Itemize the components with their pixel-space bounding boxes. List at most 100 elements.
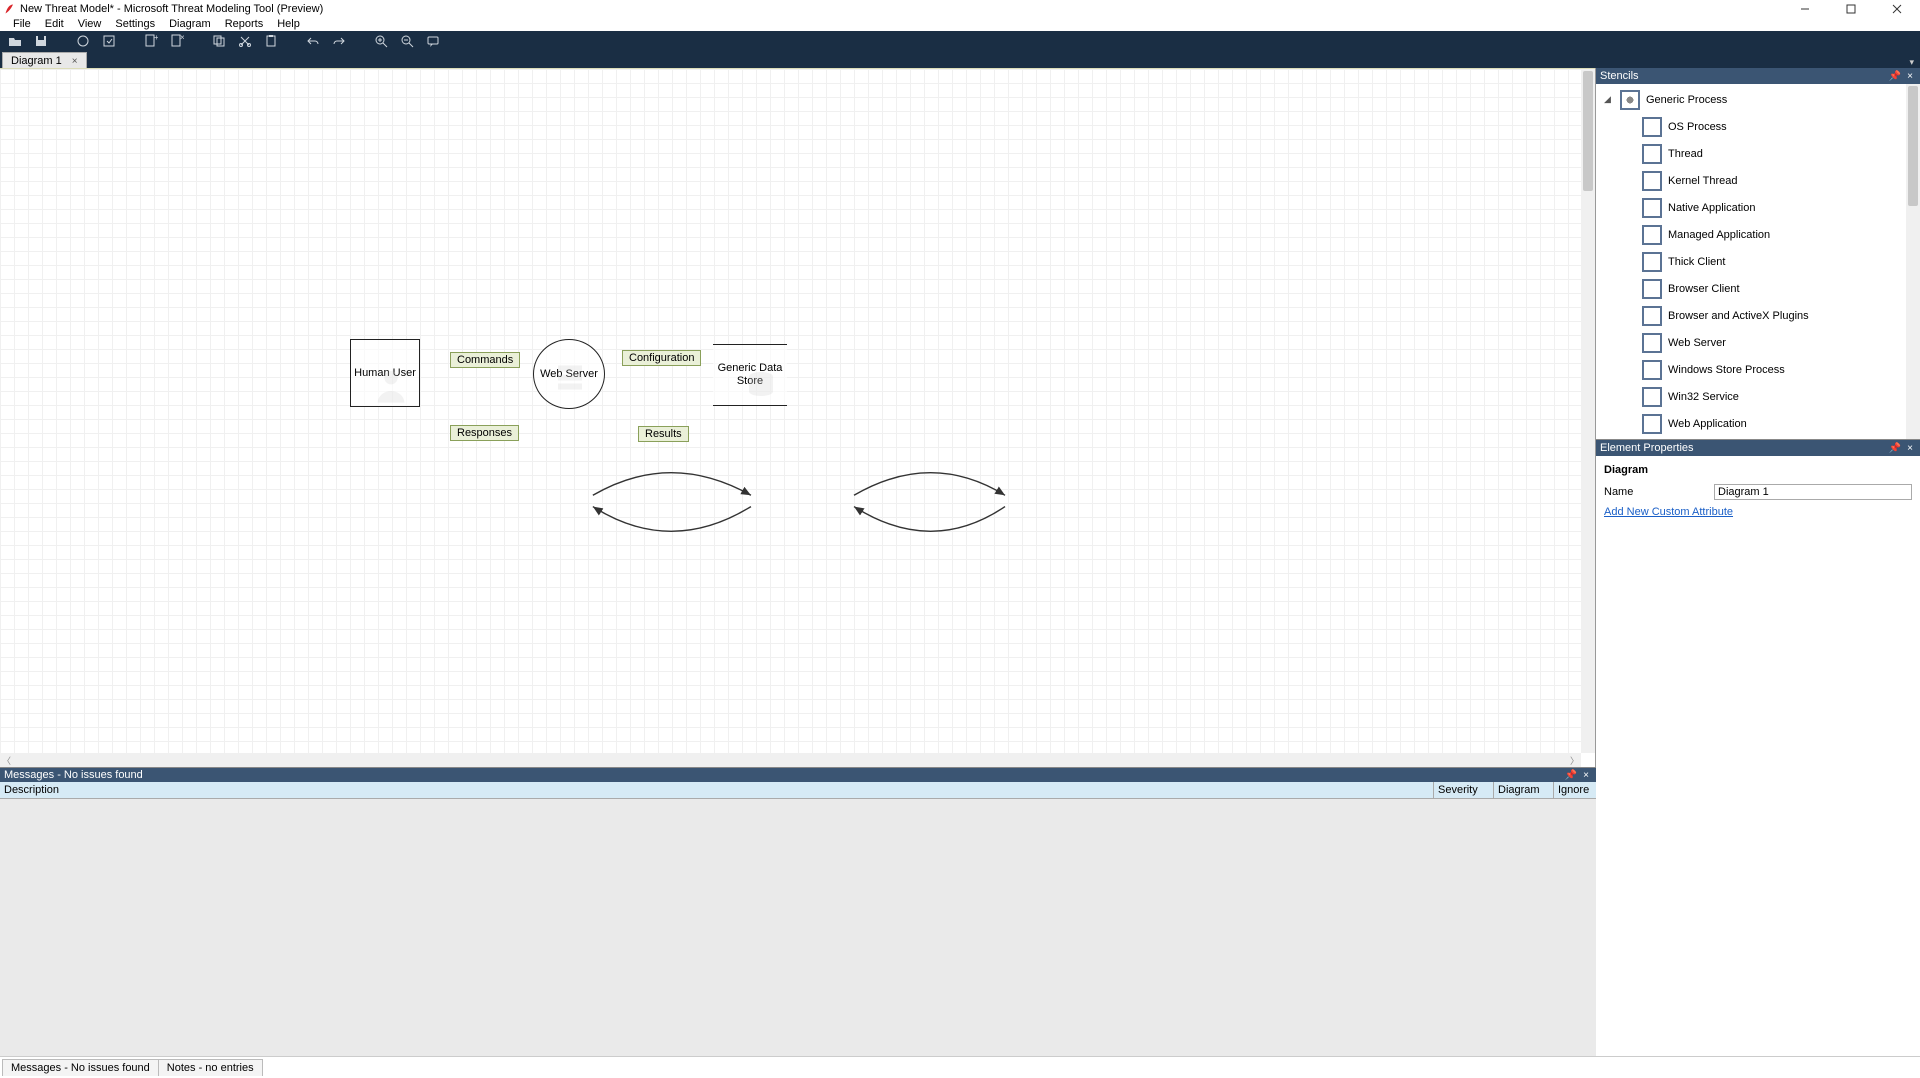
canvas-vertical-scrollbar[interactable] xyxy=(1581,69,1595,753)
stencils-scrollbar[interactable] xyxy=(1906,84,1920,439)
maximize-button[interactable] xyxy=(1828,0,1874,17)
stencil-label: Browser and ActiveX Plugins xyxy=(1668,310,1809,322)
cut-icon[interactable] xyxy=(236,32,254,50)
stencil-win32-service[interactable]: Win32 Service xyxy=(1596,383,1920,410)
menu-file[interactable]: File xyxy=(6,18,38,30)
flow-results[interactable]: Results xyxy=(638,426,689,442)
undo-icon[interactable] xyxy=(304,32,322,50)
stencil-label: Thick Client xyxy=(1668,256,1725,268)
flow-configuration[interactable]: Configuration xyxy=(622,350,701,366)
menu-diagram[interactable]: Diagram xyxy=(162,18,218,30)
tab-diagram-1[interactable]: Diagram 1 × xyxy=(2,52,87,68)
expander-icon[interactable]: ◢ xyxy=(1604,94,1614,105)
flow-label-text: Results xyxy=(645,428,682,440)
process-gear-icon xyxy=(1620,90,1640,110)
stencil-browser-activex[interactable]: Browser and ActiveX Plugins xyxy=(1596,302,1920,329)
stencil-generic-process[interactable]: ◢ Generic Process xyxy=(1596,86,1920,113)
stencil-thread[interactable]: Thread xyxy=(1596,140,1920,167)
close-icon[interactable]: × xyxy=(1904,71,1916,82)
minimize-button[interactable] xyxy=(1782,0,1828,17)
stencil-label: Kernel Thread xyxy=(1668,175,1738,187)
stencils-panel: Stencils 📌 × ◢ Generic Process OS Proces… xyxy=(1596,68,1920,440)
properties-panel-header[interactable]: Element Properties 📌 × xyxy=(1596,440,1920,456)
stencil-label: Windows Store Process xyxy=(1668,364,1785,376)
design-view-icon[interactable] xyxy=(74,32,92,50)
menu-settings[interactable]: Settings xyxy=(108,18,162,30)
flow-label-text: Responses xyxy=(457,427,512,439)
messages-body xyxy=(0,799,1596,1056)
feedback-icon[interactable] xyxy=(424,32,442,50)
add-custom-attribute-link[interactable]: Add New Custom Attribute xyxy=(1604,506,1733,518)
tab-overflow-icon[interactable]: ▾ xyxy=(1903,57,1920,68)
pin-icon[interactable]: 📌 xyxy=(1886,443,1904,454)
process-icon xyxy=(1642,171,1662,191)
zoom-in-icon[interactable] xyxy=(372,32,390,50)
col-ignore[interactable]: Ignore xyxy=(1554,782,1596,798)
menu-bar: File Edit View Settings Diagram Reports … xyxy=(0,17,1920,31)
close-icon[interactable]: × xyxy=(1580,770,1592,781)
col-diagram[interactable]: Diagram xyxy=(1494,782,1554,798)
stencil-label: Web Application xyxy=(1668,418,1747,430)
app-icon xyxy=(4,3,16,15)
save-icon[interactable] xyxy=(32,32,50,50)
col-description[interactable]: Description xyxy=(0,782,1434,798)
open-icon[interactable] xyxy=(6,32,24,50)
stencil-label: OS Process xyxy=(1668,121,1727,133)
close-button[interactable] xyxy=(1874,0,1920,17)
stencil-native-application[interactable]: Native Application xyxy=(1596,194,1920,221)
messages-panel-header[interactable]: Messages - No issues found 📌 × xyxy=(0,768,1596,782)
node-human-user[interactable]: Human User xyxy=(350,339,420,407)
stencil-kernel-thread[interactable]: Kernel Thread xyxy=(1596,167,1920,194)
process-icon xyxy=(1642,360,1662,380)
pin-icon[interactable]: 📌 xyxy=(1886,71,1904,82)
right-pane: Stencils 📌 × ◢ Generic Process OS Proces… xyxy=(1596,68,1920,1056)
redo-icon[interactable] xyxy=(330,32,348,50)
flow-commands[interactable]: Commands xyxy=(450,352,520,368)
process-icon xyxy=(1642,144,1662,164)
paste-icon[interactable] xyxy=(262,32,280,50)
new-diagram-icon[interactable]: + xyxy=(142,32,160,50)
pin-icon[interactable]: 📌 xyxy=(1562,770,1580,781)
zoom-out-icon[interactable] xyxy=(398,32,416,50)
toolbar: + × xyxy=(0,31,1920,51)
copy-icon[interactable] xyxy=(210,32,228,50)
close-icon[interactable]: × xyxy=(1904,443,1916,454)
analysis-view-icon[interactable] xyxy=(100,32,118,50)
node-web-server[interactable]: Web Server xyxy=(533,339,605,409)
tab-label: Diagram 1 xyxy=(11,55,62,67)
menu-edit[interactable]: Edit xyxy=(38,18,71,30)
property-name-input[interactable] xyxy=(1714,484,1912,500)
delete-diagram-icon[interactable]: × xyxy=(168,32,186,50)
process-icon xyxy=(1642,225,1662,245)
stencil-web-application[interactable]: Web Application xyxy=(1596,410,1920,437)
stencils-title: Stencils xyxy=(1600,70,1639,82)
main-area: Human User Web Server Generic Data Store xyxy=(0,68,1920,1056)
tab-close-icon[interactable]: × xyxy=(68,56,82,67)
menu-view[interactable]: View xyxy=(71,18,109,30)
canvas-horizontal-scrollbar[interactable]: 〈〉 xyxy=(0,753,1581,767)
stencil-label: Web Server xyxy=(1668,337,1726,349)
canvas-wrap: Human User Web Server Generic Data Store xyxy=(0,68,1596,767)
stencil-label: Managed Application xyxy=(1668,229,1770,241)
stencil-os-process[interactable]: OS Process xyxy=(1596,113,1920,140)
status-tab-messages[interactable]: Messages - No issues found xyxy=(2,1059,159,1076)
stencil-label: Thread xyxy=(1668,148,1703,160)
stencil-managed-application[interactable]: Managed Application xyxy=(1596,221,1920,248)
stencil-windows-store-process[interactable]: Windows Store Process xyxy=(1596,356,1920,383)
menu-reports[interactable]: Reports xyxy=(218,18,271,30)
flow-responses[interactable]: Responses xyxy=(450,425,519,441)
stencil-web-server[interactable]: Web Server xyxy=(1596,329,1920,356)
menu-help[interactable]: Help xyxy=(270,18,307,30)
node-generic-data-store[interactable]: Generic Data Store xyxy=(713,344,787,406)
properties-title: Element Properties xyxy=(1600,442,1694,454)
stencils-panel-header[interactable]: Stencils 📌 × xyxy=(1596,68,1920,84)
messages-title: Messages - No issues found xyxy=(4,769,143,781)
col-severity[interactable]: Severity xyxy=(1434,782,1494,798)
process-icon xyxy=(1642,279,1662,299)
stencil-thick-client[interactable]: Thick Client xyxy=(1596,248,1920,275)
stencil-label: Win32 Service xyxy=(1668,391,1739,403)
flow-label-text: Commands xyxy=(457,354,513,366)
stencil-browser-client[interactable]: Browser Client xyxy=(1596,275,1920,302)
status-tab-notes[interactable]: Notes - no entries xyxy=(158,1059,263,1076)
diagram-canvas[interactable]: Human User Web Server Generic Data Store xyxy=(0,69,1581,753)
